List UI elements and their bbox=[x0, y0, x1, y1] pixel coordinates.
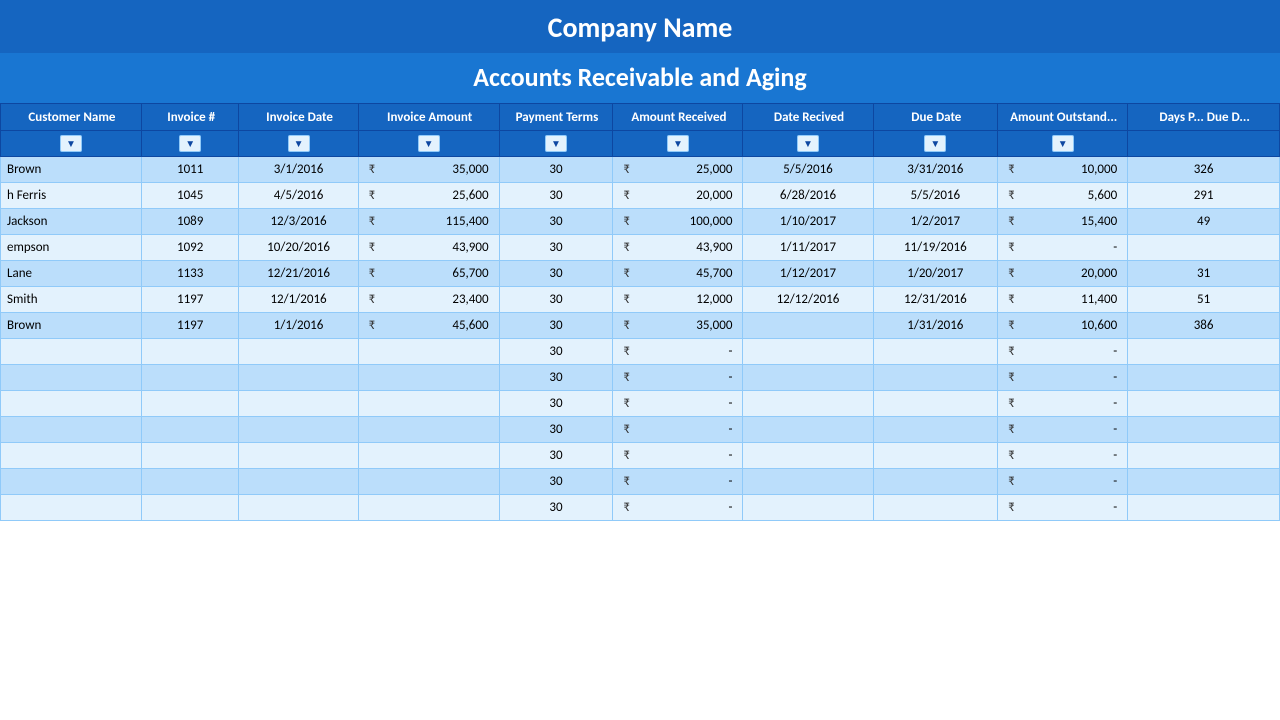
table-row: empson109210/20/2016₹43,90030₹43,9001/11… bbox=[1, 234, 1280, 260]
table-row: 30₹-₹- bbox=[1, 364, 1280, 390]
filter-due-date[interactable]: ▼ bbox=[873, 130, 998, 156]
filter-row: ▼ ▼ ▼ ▼ ▼ ▼ ▼ ▼ ▼ bbox=[1, 130, 1280, 156]
col-header-amount-outstanding: Amount Outstand... bbox=[998, 104, 1128, 131]
table-row: 30₹-₹- bbox=[1, 338, 1280, 364]
header-company: Company Name bbox=[0, 0, 1280, 53]
filter-payment-terms[interactable]: ▼ bbox=[499, 130, 613, 156]
filter-amount-outstanding[interactable]: ▼ bbox=[998, 130, 1128, 156]
col-header-customer: Customer Name bbox=[1, 104, 142, 131]
column-headers-row: Customer Name Invoice # Invoice Date Inv… bbox=[1, 104, 1280, 131]
col-header-amount-received: Amount Received bbox=[613, 104, 743, 131]
col-header-payment-terms: Payment Terms bbox=[499, 104, 613, 131]
table-row: Brown11971/1/2016₹45,60030₹35,0001/31/20… bbox=[1, 312, 1280, 338]
filter-amount-received[interactable]: ▼ bbox=[613, 130, 743, 156]
filter-invoice-num[interactable]: ▼ bbox=[141, 130, 239, 156]
table-wrapper: Customer Name Invoice # Invoice Date Inv… bbox=[0, 103, 1280, 521]
table-body: Brown10113/1/2016₹35,00030₹25,0005/5/201… bbox=[1, 156, 1280, 520]
col-header-due-date: Due Date bbox=[873, 104, 998, 131]
table-row: 30₹-₹- bbox=[1, 416, 1280, 442]
accounts-table: Customer Name Invoice # Invoice Date Inv… bbox=[0, 103, 1280, 521]
col-header-date-received: Date Recived bbox=[743, 104, 873, 131]
filter-days-due bbox=[1128, 130, 1280, 156]
table-row: 30₹-₹- bbox=[1, 494, 1280, 520]
filter-invoice-date[interactable]: ▼ bbox=[239, 130, 358, 156]
table-row: 30₹-₹- bbox=[1, 468, 1280, 494]
filter-invoice-amount[interactable]: ▼ bbox=[358, 130, 499, 156]
table-row: 30₹-₹- bbox=[1, 442, 1280, 468]
filter-date-received[interactable]: ▼ bbox=[743, 130, 873, 156]
col-header-invoice-num: Invoice # bbox=[141, 104, 239, 131]
table-row: Smith119712/1/2016₹23,40030₹12,00012/12/… bbox=[1, 286, 1280, 312]
table-row: h Ferris10454/5/2016₹25,60030₹20,0006/28… bbox=[1, 182, 1280, 208]
table-row: 30₹-₹- bbox=[1, 390, 1280, 416]
col-header-invoice-date: Invoice Date bbox=[239, 104, 358, 131]
table-row: Lane113312/21/2016₹65,70030₹45,7001/12/2… bbox=[1, 260, 1280, 286]
table-row: Brown10113/1/2016₹35,00030₹25,0005/5/201… bbox=[1, 156, 1280, 182]
filter-customer[interactable]: ▼ bbox=[1, 130, 142, 156]
table-row: Jackson108912/3/2016₹115,40030₹100,0001/… bbox=[1, 208, 1280, 234]
header-title: Accounts Receivable and Aging bbox=[0, 53, 1280, 103]
col-header-days-due: Days P... Due D... bbox=[1128, 104, 1280, 131]
col-header-invoice-amount: Invoice Amount bbox=[358, 104, 499, 131]
